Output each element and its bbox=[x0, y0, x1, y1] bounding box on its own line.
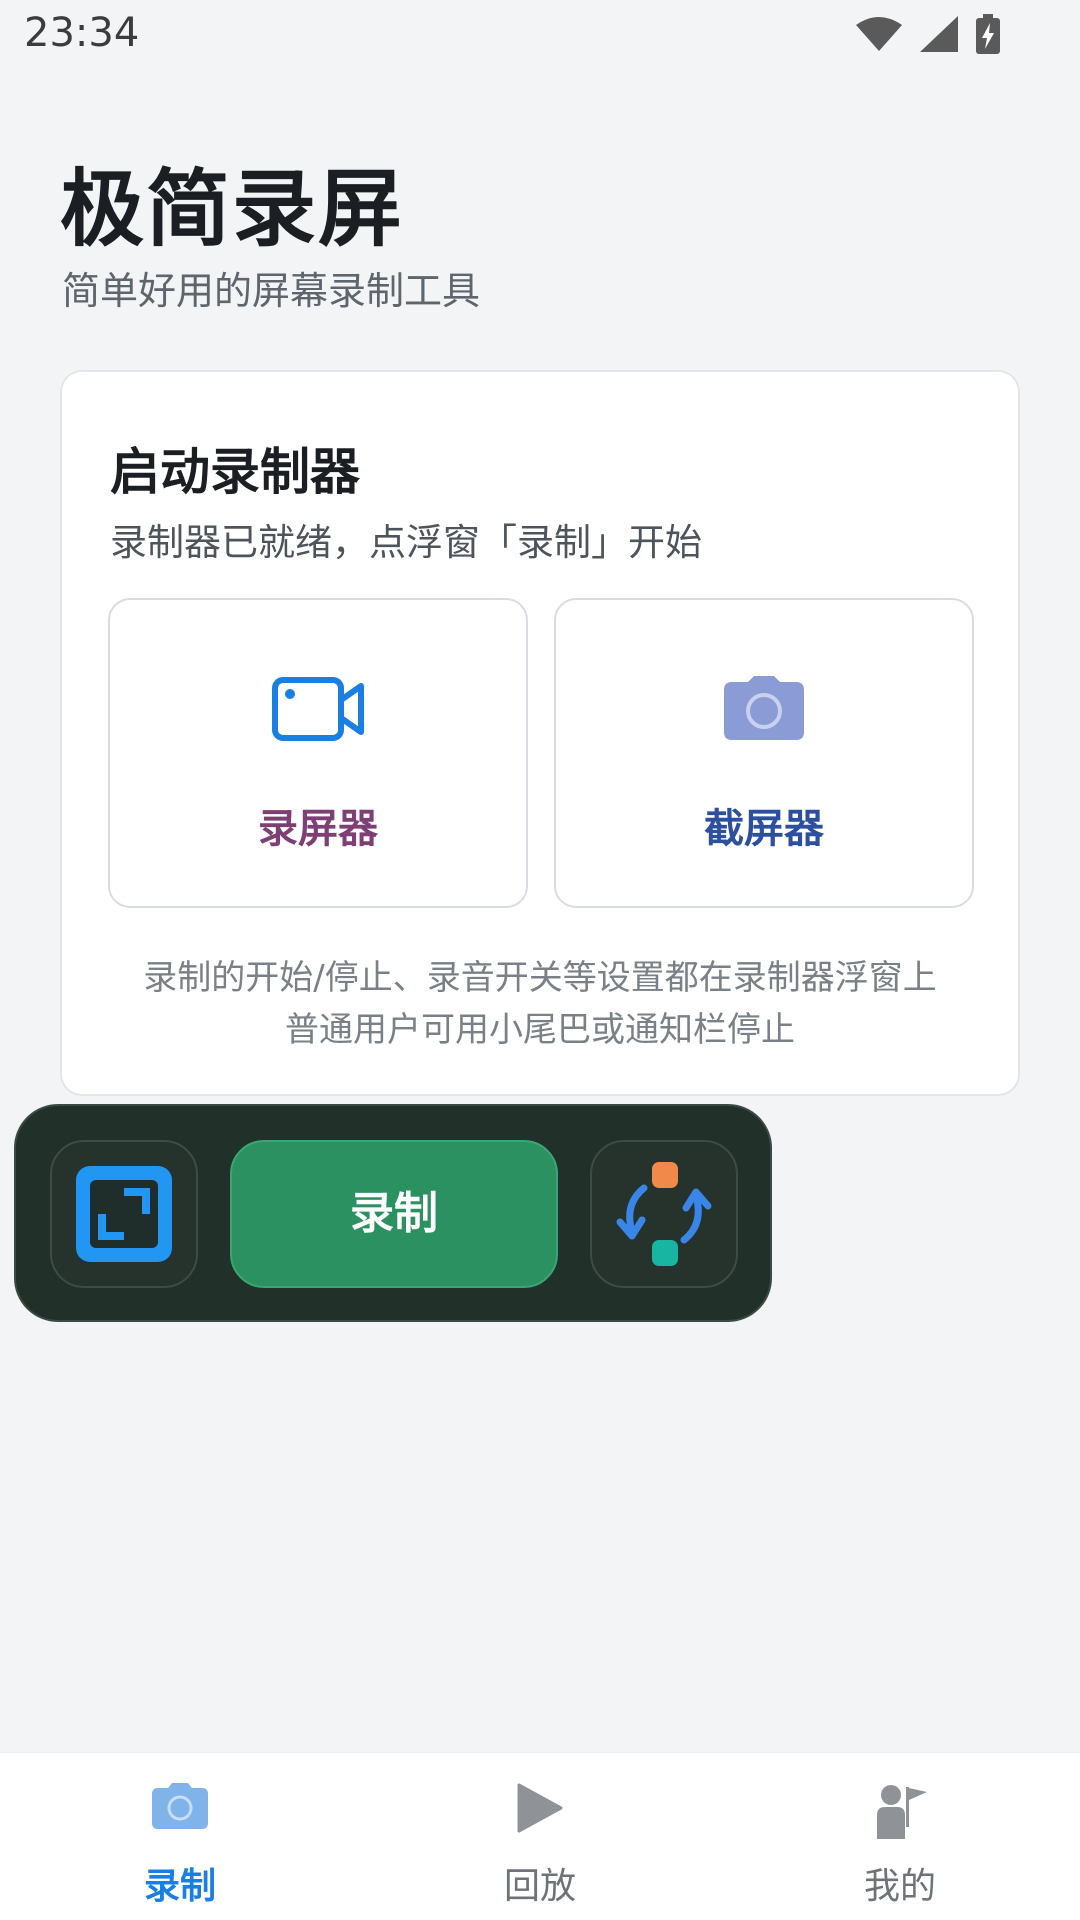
switch-button[interactable] bbox=[590, 1140, 738, 1288]
bottom-nav: 录制 回放 我的 bbox=[0, 1752, 1080, 1920]
nav-label-playback: 回放 bbox=[503, 1866, 576, 1907]
nav-label-record: 录制 bbox=[143, 1866, 216, 1907]
screen: 23:34 极简录屏 简单好用的屏幕录制工具 启动录制器 录制器已就绪，点浮窗「… bbox=[0, 0, 1080, 1920]
status-bar: 23:34 bbox=[0, 0, 1080, 70]
screenshot-tool-label: 截屏器 bbox=[704, 806, 824, 852]
status-time: 23:34 bbox=[24, 10, 140, 56]
floating-recorder-bar[interactable]: 录制 bbox=[14, 1104, 772, 1322]
photo-camera-icon bbox=[724, 676, 804, 744]
nav-tab-record[interactable]: 录制 bbox=[0, 1753, 360, 1920]
resize-icon bbox=[76, 1166, 172, 1262]
launcher-card: 启动录制器 录制器已就绪，点浮窗「录制」开始 录屏器 截屏器 录制的开始/停止、… bbox=[60, 370, 1020, 1096]
video-camera-icon bbox=[272, 676, 364, 746]
card-note-line-1: 录制的开始/停止、录音开关等设置都在录制器浮窗上 bbox=[143, 958, 937, 998]
screen-recorder-tile[interactable]: 录屏器 bbox=[108, 598, 528, 908]
camera-icon bbox=[152, 1783, 208, 1833]
card-note-line-2: 普通用户可用小尾巴或通知栏停止 bbox=[285, 1010, 795, 1050]
signal-icon bbox=[920, 16, 958, 56]
battery-charging-icon bbox=[976, 14, 1000, 58]
screen-recorder-label: 录屏器 bbox=[258, 806, 378, 852]
nav-tab-mine[interactable]: 我的 bbox=[720, 1753, 1080, 1920]
card-note: 录制的开始/停止、录音开关等设置都在录制器浮窗上 普通用户可用小尾巴或通知栏停止 bbox=[62, 952, 1018, 1056]
record-button[interactable]: 录制 bbox=[230, 1140, 558, 1288]
app-subtitle: 简单好用的屏幕录制工具 bbox=[62, 269, 481, 313]
nav-label-mine: 我的 bbox=[863, 1866, 936, 1907]
profile-icon bbox=[873, 1783, 927, 1843]
status-icons bbox=[856, 14, 1000, 58]
nav-tab-playback[interactable]: 回放 bbox=[360, 1753, 720, 1920]
wifi-icon bbox=[856, 17, 902, 55]
card-title: 启动录制器 bbox=[110, 443, 360, 501]
screenshot-tool-tile[interactable]: 截屏器 bbox=[554, 598, 974, 908]
play-icon bbox=[517, 1783, 563, 1837]
card-description: 录制器已就绪，点浮窗「录制」开始 bbox=[110, 521, 702, 564]
app-title: 极简录屏 bbox=[60, 160, 405, 258]
resize-button[interactable] bbox=[50, 1140, 198, 1288]
switch-icon bbox=[616, 1162, 712, 1266]
